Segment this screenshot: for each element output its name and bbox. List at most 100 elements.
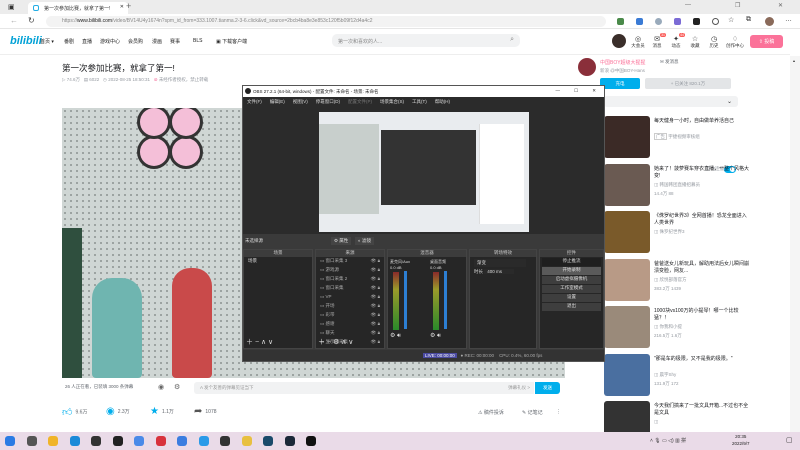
nav-download[interactable]: ▣ 下载客户端 [216, 38, 247, 45]
nav-shop[interactable]: 会员购 [128, 38, 143, 45]
page-scrollbar[interactable]: ▴ [790, 56, 800, 432]
danmaku-settings-icon[interactable]: ⚙ [174, 383, 180, 391]
rec-uploader[interactable]: ◫ 韩国韩团直播招募员 [654, 182, 700, 188]
recommended-video[interactable]: 1000块vs100万的小提琴！哪一个比较猛？！ ◫ 你我和小提 216.5万 … [604, 306, 794, 350]
rec-title[interactable]: 爸爸送女儿新玩具，解助用法后女儿瞬间崩溃变脸，网友... [654, 261, 750, 275]
menu-file[interactable]: 文件(F) [247, 99, 262, 104]
favorite-button[interactable]: ★ 1.1万 [150, 406, 174, 417]
nav-esports[interactable]: 赛事 [170, 38, 180, 45]
visibility-lock-icons[interactable]: 👁︎ 🔒︎ [371, 267, 380, 273]
video-thumbnail[interactable] [604, 116, 650, 158]
obs-minimize-icon[interactable]: — [556, 88, 561, 93]
recommended-video[interactable]: 爸爸送女儿新玩具，解助用法后女儿瞬间崩溃变脸，网友... ◫ 欣悦部落官方 38… [604, 258, 794, 303]
uploader-name[interactable]: 中国BOY超级大猩猩 [600, 59, 646, 66]
rec-title[interactable]: 她来了！菠萝赛车穿衣直播，一整个风格大变! [654, 166, 750, 180]
danmaku-input[interactable]: A 发个友善的弹幕见证当下 弹幕礼仪 > [194, 382, 534, 394]
rec-uploader[interactable]: ◫ [654, 419, 658, 425]
duration-input[interactable]: 400 ms [484, 269, 515, 274]
extension-icon[interactable] [636, 18, 643, 25]
search-icon[interactable]: ⌕ [510, 36, 514, 44]
browser-tab[interactable]: 第一次参加比赛，就拿了第一! ✕ [28, 2, 128, 14]
charge-button[interactable]: 充电 [600, 78, 640, 89]
stop-streaming-button[interactable]: 停止推流 [542, 258, 601, 266]
visibility-lock-icons[interactable]: 👁︎ 🔒︎ [371, 330, 380, 336]
video-thumbnail[interactable] [604, 306, 650, 348]
source-item[interactable]: ▭ 窗口采集 3 👁︎ 🔒︎ [316, 257, 384, 266]
taskbar-app-icon[interactable] [134, 436, 144, 446]
coin-button[interactable]: ◉ 2.3万 [106, 406, 130, 417]
address-bar[interactable]: https://www.bilibili.com/video/BV14U4y16… [46, 16, 606, 27]
taskbar-app-icon[interactable] [112, 436, 123, 446]
share-button[interactable]: ➦ 1078 [194, 406, 217, 417]
recommended-video[interactable]: "那是车的极限，又不是我的极限。" ◫ 晨宇Shy 131.9万 172 [604, 353, 794, 398]
search-input[interactable]: 第一次和喜欢的人... ⌕ [332, 34, 520, 47]
uploader-avatar[interactable] [578, 58, 596, 76]
taskbar-app-icon[interactable] [241, 436, 252, 446]
taskbar-app-icon[interactable] [48, 436, 58, 446]
collections-icon[interactable]: ⧉ [746, 16, 751, 24]
system-tray-icons[interactable]: ˄ 🎙︎ ▭ ◁) ▥ 拼 [650, 437, 686, 444]
exit-button[interactable]: 退出 [542, 303, 601, 311]
menu-edit[interactable]: 编辑(E) [270, 99, 285, 104]
start-recording-button[interactable]: 开始录制 [542, 267, 601, 275]
rec-uploader[interactable]: ◫ 欣悦部落官方 [654, 277, 687, 283]
mixer-mic-controls[interactable]: ⚙ 🔊︎ [390, 332, 410, 340]
menu-help[interactable]: 帮助(H) [435, 99, 450, 104]
virtual-camera-button[interactable]: 启动虚拟摄像机 [542, 276, 601, 284]
transition-select[interactable]: 渐变 [474, 259, 526, 267]
source-item[interactable]: ▭ 开场 👁︎ 🔒︎ [316, 302, 384, 311]
refresh-icon[interactable]: ↻ [28, 16, 35, 25]
menu-docks[interactable]: 停靠窗口(D) [316, 99, 340, 104]
danmaku-etiquette-link[interactable]: 弹幕礼仪 > [508, 385, 530, 391]
source-item[interactable]: ▭ 游戏源 👁︎ 🔒︎ [316, 266, 384, 275]
source-item[interactable]: ▭ VP 👁︎ 🔒︎ [316, 293, 384, 302]
recommended-video[interactable]: 《侏罗纪世界3》全网首播！恐龙全面进入人类世界 ◫ 侏罗纪世界3 [604, 211, 794, 255]
source-item[interactable]: ▭ 彩带 👁︎ 🔒︎ [316, 311, 384, 320]
menu-view[interactable]: 视图(V) [293, 99, 308, 104]
video-thumbnail[interactable] [604, 258, 650, 301]
source-item[interactable]: ▭ 感谢 👁︎ 🔒︎ [316, 320, 384, 329]
nav-manga[interactable]: 漫画 [152, 38, 162, 45]
rec-title[interactable]: 今天我们搞来了一批文具开箱...不过也不全是文具 [654, 403, 750, 417]
send-danmaku-button[interactable]: 发送 [535, 382, 560, 394]
header-messages[interactable]: ✉ 消息 31 [648, 33, 666, 49]
video-thumbnail[interactable] [604, 211, 650, 253]
taskbar-app-icon[interactable] [155, 436, 166, 446]
header-dynamics[interactable]: ✦ 动态 44 [667, 33, 685, 49]
rec-title[interactable]: "那是车的极限，又不是我的极限。" [654, 356, 750, 363]
video-thumbnail[interactable] [604, 163, 650, 206]
obs-preview[interactable] [243, 106, 604, 234]
video-thumbnail[interactable] [604, 353, 650, 396]
mixer-desktop-controls[interactable]: ⚙ 🔊︎ [430, 332, 446, 340]
more-icon[interactable]: … [785, 16, 792, 23]
visibility-lock-icons[interactable]: 👁︎ 🔒︎ [371, 339, 380, 345]
notes-button[interactable]: ✎ 记笔记 [522, 409, 543, 416]
visibility-lock-icons[interactable]: 👁︎ 🔒︎ [371, 303, 380, 309]
settings-button[interactable]: 设置 [542, 294, 601, 302]
nav-home[interactable]: 首页 ▾ [40, 38, 54, 45]
extension-icon[interactable] [674, 18, 681, 25]
send-message-link[interactable]: ✉ 发消息 [660, 59, 679, 65]
scene-item[interactable]: 场景 [244, 257, 312, 266]
close-tab-icon[interactable]: ✕ [120, 4, 124, 10]
maximize-icon[interactable]: ❐ [735, 2, 740, 9]
nav-live[interactable]: 直播 [82, 38, 92, 45]
taskbar-app-icon[interactable] [177, 436, 187, 446]
taskbar-app-icon[interactable] [306, 436, 316, 446]
rec-uploader[interactable]: ◫ 晨宇Shy [654, 372, 676, 378]
search-icon[interactable] [26, 436, 37, 446]
rec-uploader[interactable]: ◫ 你我和小提 [654, 324, 682, 330]
obs-close-icon[interactable]: ✕ [592, 88, 596, 94]
visibility-lock-icons[interactable]: 👁︎ 🔒︎ [371, 321, 380, 327]
menu-profile[interactable]: 配置文件(P) [348, 99, 372, 104]
header-favorites[interactable]: ☆ 收藏 [686, 35, 704, 49]
nav-bls[interactable]: BLS [193, 38, 202, 44]
header-history[interactable]: ◷ 历史 [705, 35, 723, 49]
upload-button[interactable]: ⇧ 投稿 [750, 35, 783, 48]
source-controls[interactable]: ＋ − ⚙ ∧ ∨ [318, 337, 353, 347]
user-avatar[interactable] [612, 34, 626, 48]
taskbar-app-icon[interactable] [263, 436, 273, 446]
report-button[interactable]: ⚠ 稿件投诉 [478, 409, 504, 416]
playlist-dropdown[interactable]: ⌄ [604, 96, 738, 107]
like-button[interactable]: 👍︎ 9.6万 [62, 406, 87, 418]
